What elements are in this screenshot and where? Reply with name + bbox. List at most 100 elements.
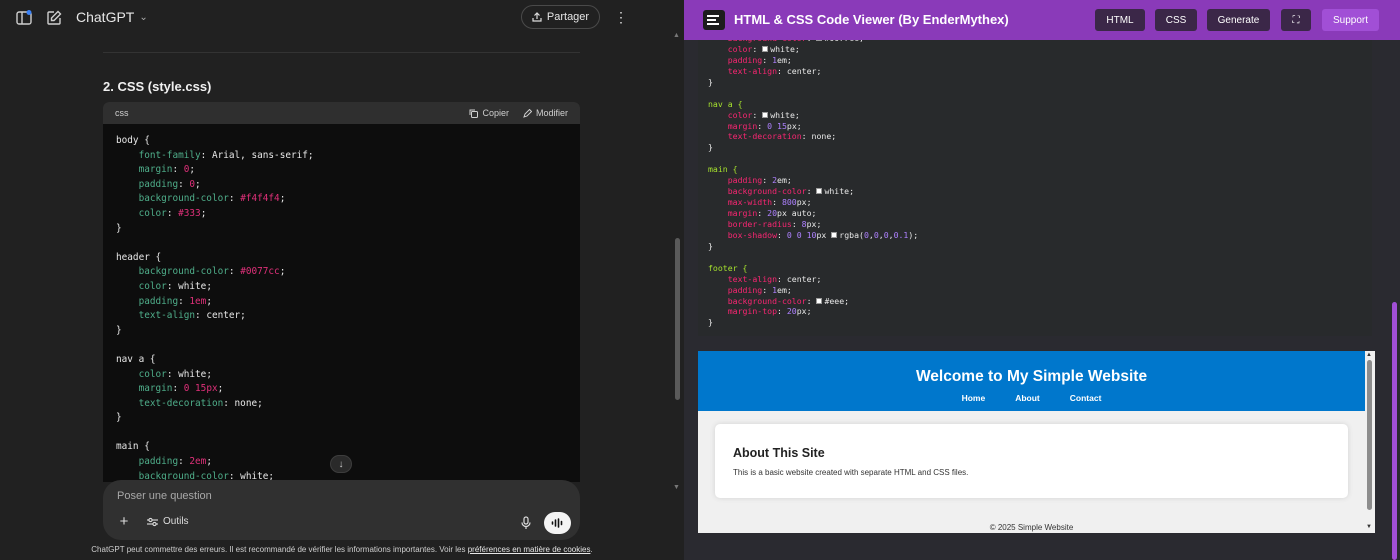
code-token: text-decoration <box>708 131 802 142</box>
code-token: : center; <box>195 310 246 322</box>
preview-scroll-up-icon[interactable]: ▲ <box>1366 352 1372 358</box>
code-line: padding: 0; <box>116 178 567 193</box>
support-button[interactable]: Support <box>1322 9 1379 31</box>
viewer-scrollbar-thumb[interactable] <box>1392 302 1397 560</box>
code-token: ; <box>217 383 224 395</box>
code-line: text-decoration: none; <box>708 131 1362 142</box>
code-token: : <box>806 186 817 197</box>
preview-scrollbar-thumb[interactable] <box>1367 360 1372 510</box>
code-token: padding <box>116 178 179 190</box>
code-token: border-radius <box>708 218 792 229</box>
preview-nav-contact[interactable]: Contact <box>1070 393 1102 403</box>
preview-nav-about[interactable]: About <box>1015 393 1040 403</box>
code-token: main { <box>116 441 150 453</box>
message-divider <box>103 52 580 53</box>
code-token: #eee; <box>824 295 850 306</box>
code-line: text-align: center; <box>116 309 567 324</box>
code-token: ; <box>195 178 201 190</box>
code-token: color <box>708 43 753 54</box>
code-token: box-shadow <box>708 229 778 240</box>
code-token: text-align <box>708 273 778 284</box>
code-token: #333 <box>178 207 201 219</box>
code-token: : white; <box>166 280 212 292</box>
code-line: color: white; <box>116 368 567 383</box>
code-block: css Copier Modifier body { font-family: … <box>103 102 580 482</box>
share-button[interactable]: Partager <box>521 5 600 29</box>
code-token: : <box>178 456 190 468</box>
preview-scroll-down-icon[interactable]: ▼ <box>1366 524 1372 530</box>
code-token: color <box>116 280 167 292</box>
chatgpt-pane: ChatGPT ⌄ Partager ⋮ 2. CSS (style.css) … <box>0 0 684 560</box>
model-selector[interactable]: ChatGPT ⌄ <box>76 9 148 25</box>
section-heading: 2. CSS (style.css) <box>103 79 212 94</box>
code-token: : center; <box>777 65 822 76</box>
code-token: ; <box>206 295 212 307</box>
code-token: nav a { <box>116 353 156 365</box>
edit-button[interactable]: Modifier <box>523 108 568 118</box>
generate-button[interactable]: Generate <box>1207 9 1270 31</box>
tools-button[interactable]: Outils <box>147 516 189 527</box>
code-line: color: #333; <box>116 207 567 222</box>
scroll-to-bottom-button[interactable]: ↓ <box>330 455 352 473</box>
code-line: header { <box>116 251 567 266</box>
code-token: : <box>762 54 773 65</box>
add-attachment-icon[interactable]: + <box>117 514 131 529</box>
code-token: ; <box>200 207 207 219</box>
code-line: background-color: #f4f4f4; <box>116 192 567 207</box>
microphone-icon[interactable] <box>520 516 532 530</box>
code-token: background-color <box>116 193 229 205</box>
code-line: text-align: center; <box>708 66 1362 77</box>
code-line: background-color: white; <box>708 186 1362 197</box>
code-language: css <box>115 108 129 118</box>
code-token: : <box>172 164 184 176</box>
html-tab-button[interactable]: HTML <box>1095 9 1145 31</box>
code-token: : <box>777 229 787 240</box>
scroll-up-arrow-icon[interactable]: ▲ <box>673 32 680 39</box>
new-chat-icon[interactable] <box>45 9 63 27</box>
code-token: rgba( <box>839 229 864 240</box>
code-token: : white; <box>166 368 212 380</box>
code-token: } <box>708 142 713 153</box>
viewer-title: HTML & CSS Code Viewer (By EnderMythex) <box>734 12 1009 27</box>
code-line: margin: 0 15px; <box>708 121 1362 132</box>
code-token: } <box>708 317 713 328</box>
code-token: : <box>762 284 773 295</box>
code-token: : <box>777 306 787 317</box>
code-token: color <box>116 207 167 219</box>
code-token: : none; <box>223 397 263 409</box>
code-token: padding <box>708 284 763 295</box>
code-token: em; <box>777 54 792 65</box>
code-line: } <box>708 142 1362 153</box>
code-line: margin-top: 20px; <box>708 306 1362 317</box>
cookie-preferences-link[interactable]: préférences en matière de cookies <box>468 545 591 554</box>
preview-nav-home[interactable]: Home <box>962 393 986 403</box>
code-token: ; <box>206 456 212 468</box>
chat-scrollbar-thumb[interactable] <box>675 238 680 400</box>
more-options-icon[interactable]: ⋮ <box>614 8 628 26</box>
voice-mode-button[interactable] <box>544 512 571 534</box>
app-logo-icon <box>703 10 725 30</box>
code-line: margin: 0; <box>116 163 567 178</box>
code-token: ; <box>279 266 286 278</box>
code-token: 20 <box>786 306 797 317</box>
code-line: body { <box>116 134 567 149</box>
code-token: nav a { <box>708 98 743 109</box>
code-line: } <box>116 222 567 237</box>
copy-button[interactable]: Copier <box>469 108 509 118</box>
code-token: : <box>178 178 190 190</box>
code-token: : <box>772 197 782 208</box>
code-token: } <box>708 76 713 87</box>
code-line: } <box>708 317 1362 328</box>
code-token: background-color <box>708 295 807 306</box>
css-tab-button[interactable]: CSS <box>1155 9 1197 31</box>
sidebar-toggle-icon[interactable] <box>15 9 33 27</box>
prompt-input[interactable]: Poser une question <box>117 490 212 502</box>
code-token: : <box>166 207 179 219</box>
code-token: margin-top <box>708 306 778 317</box>
code-token: background-color <box>116 266 229 278</box>
code-token: background-color <box>708 186 807 197</box>
scroll-down-arrow-icon[interactable]: ▼ <box>673 484 680 491</box>
fullscreen-icon[interactable]: ⛶ <box>1281 9 1311 31</box>
